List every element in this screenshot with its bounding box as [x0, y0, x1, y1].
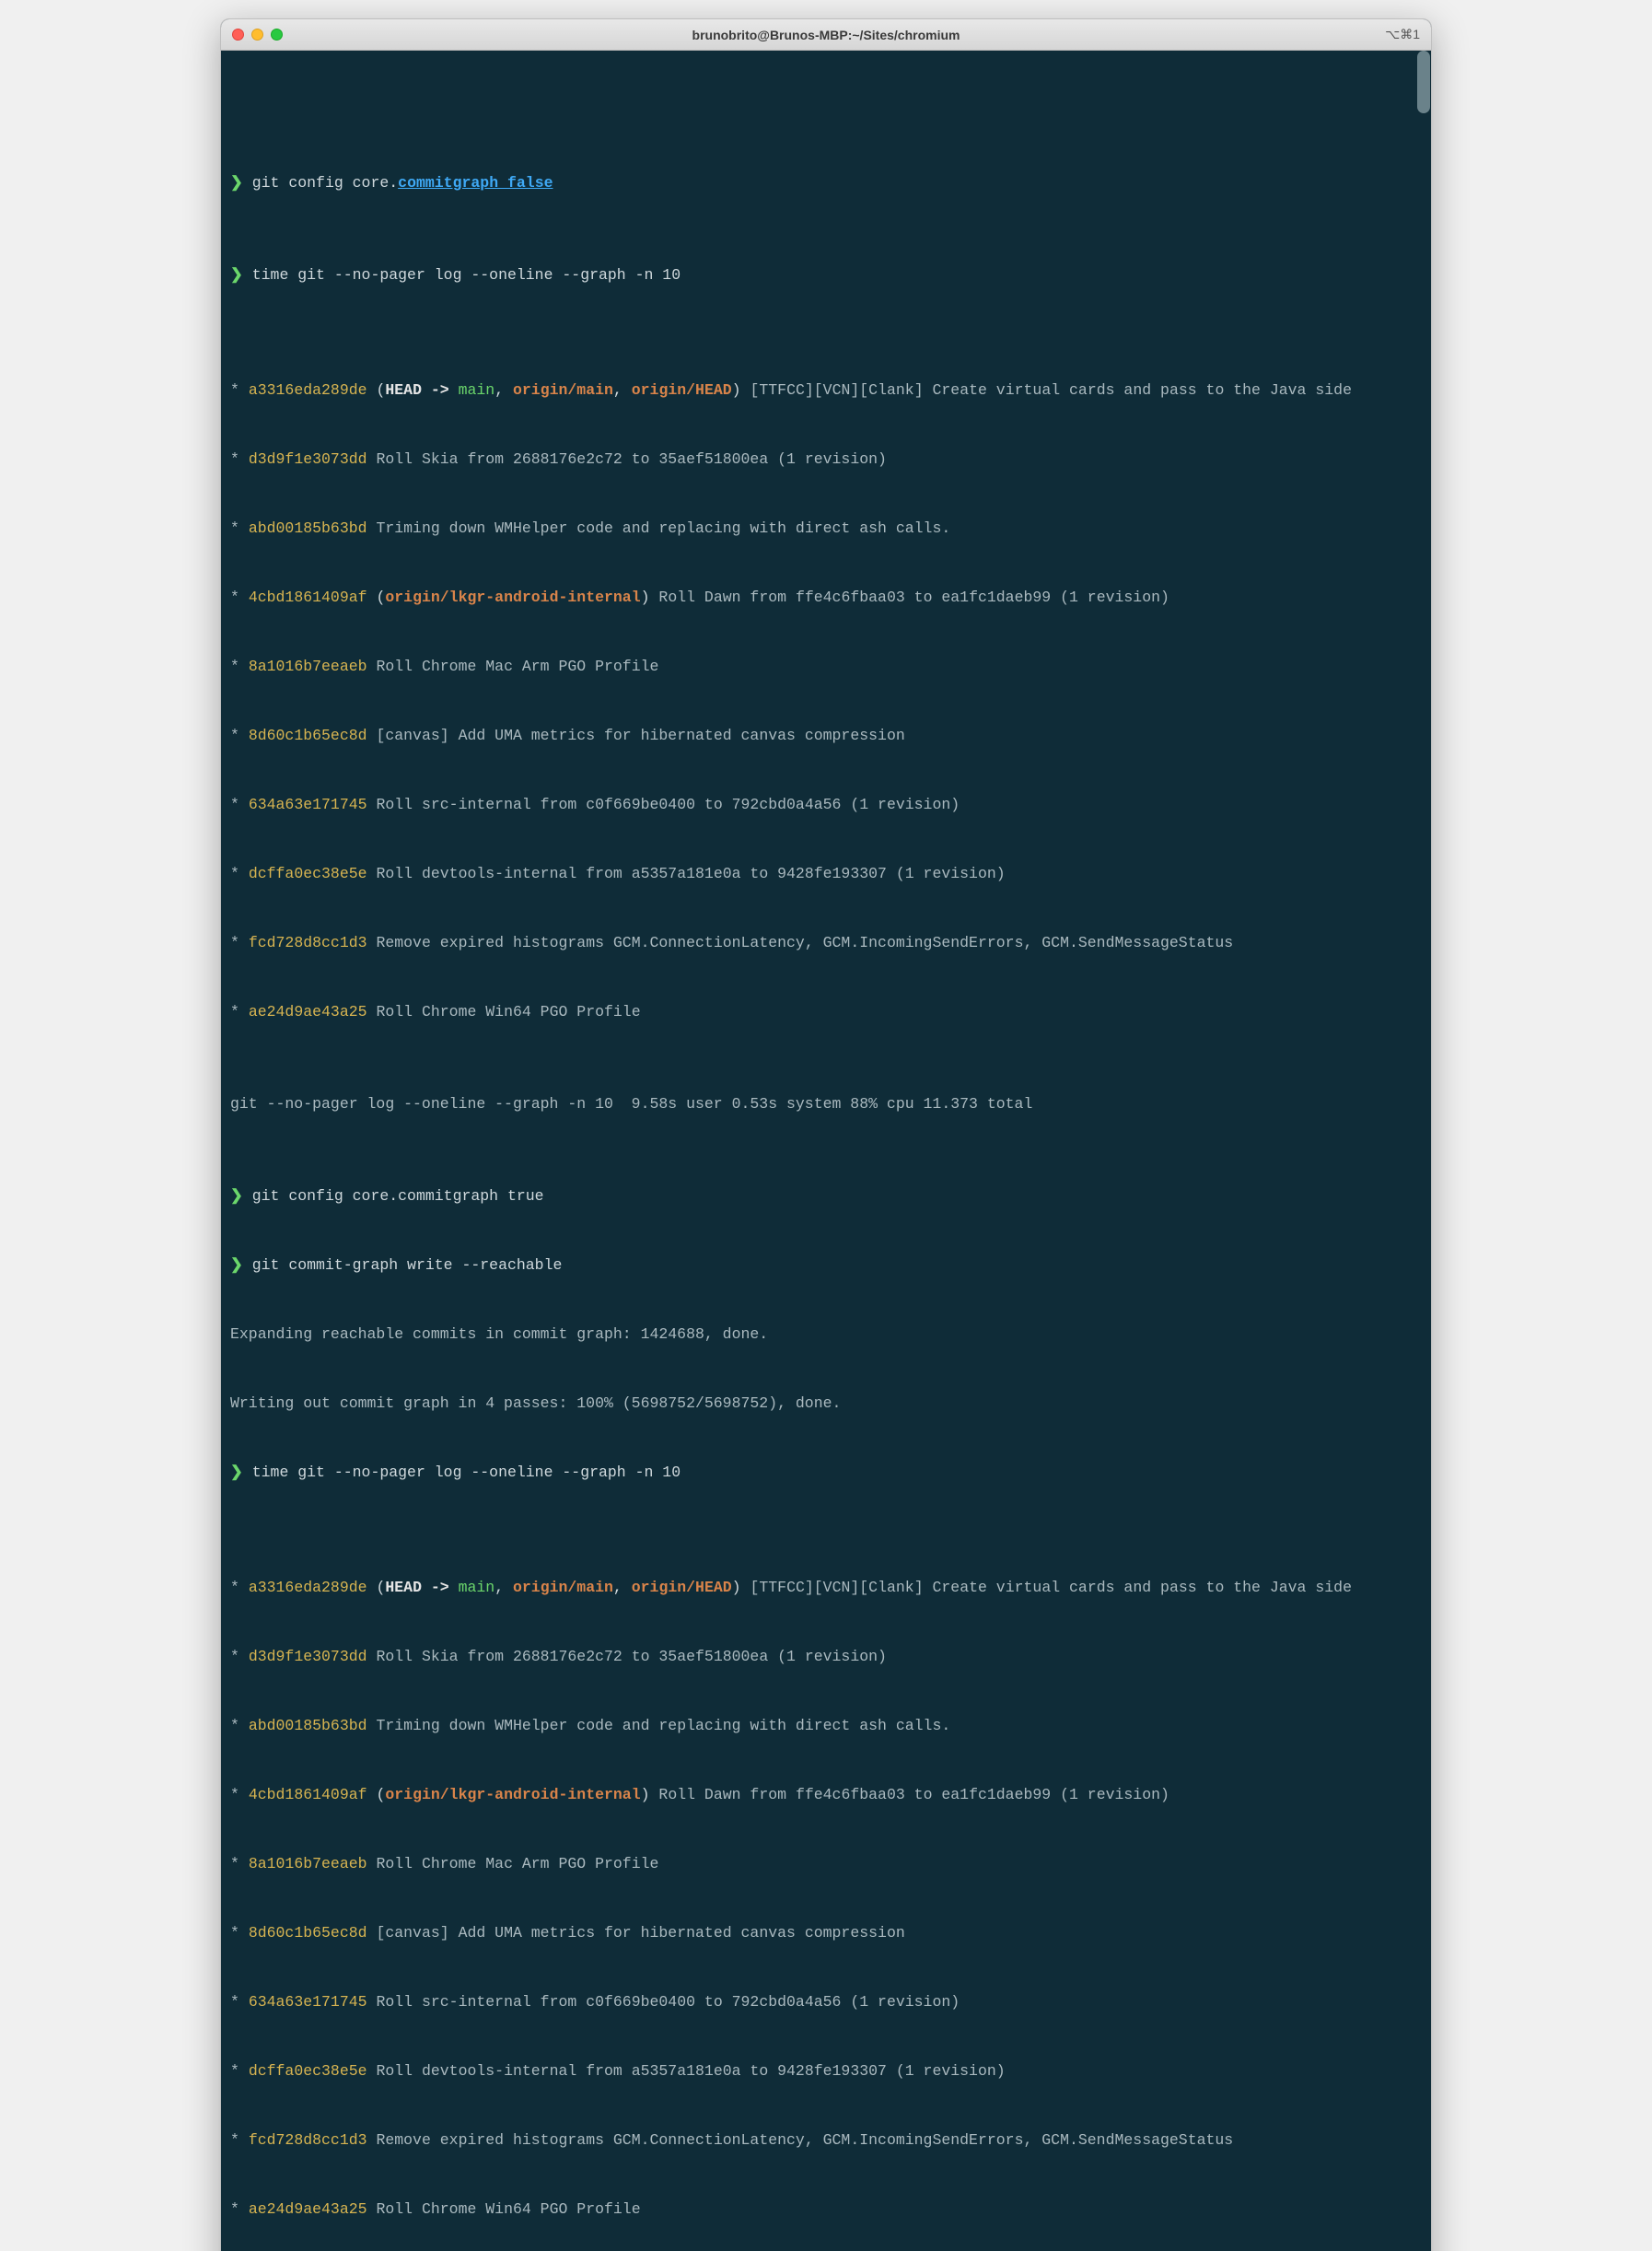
command-text: time git --no-pager log --oneline --grap…	[252, 266, 681, 284]
linked-arg[interactable]: commitgraph false	[398, 174, 553, 192]
log-line: * abd00185b63bd Triming down WMHelper co…	[230, 1714, 1422, 1737]
scrollbar-thumb[interactable]	[1417, 51, 1430, 113]
timing-line: git --no-pager log --oneline --graph -n …	[230, 1092, 1422, 1115]
prompt-icon: ❯	[230, 1187, 252, 1205]
terminal-line: ❯ time git --no-pager log --oneline --gr…	[230, 1461, 1422, 1484]
log-line: * 634a63e171745 Roll src-internal from c…	[230, 793, 1422, 816]
log-line: * ae24d9ae43a25 Roll Chrome Win64 PGO Pr…	[230, 1000, 1422, 1023]
terminal-line: ❯ git config core.commitgraph false	[230, 171, 1422, 194]
commit-msg: [TTFCC][VCN][Clank] Create virtual cards…	[741, 381, 1352, 399]
prompt-icon: ❯	[230, 174, 252, 192]
command-text: git config core.	[252, 174, 398, 192]
scrollbar-track[interactable]	[1416, 51, 1431, 2251]
output-line: Expanding reachable commits in commit gr…	[230, 1323, 1422, 1346]
commit-hash: a3316eda289de	[249, 381, 367, 399]
traffic-lights	[232, 29, 283, 41]
titlebar[interactable]: brunobrito@Brunos-MBP:~/Sites/chromium ⌥…	[221, 19, 1431, 51]
terminal-window: brunobrito@Brunos-MBP:~/Sites/chromium ⌥…	[220, 18, 1432, 2251]
log-line: * fcd728d8cc1d3 Remove expired histogram…	[230, 931, 1422, 954]
terminal-line: ❯ time git --no-pager log --oneline --gr…	[230, 263, 1422, 286]
close-icon[interactable]	[232, 29, 244, 41]
log-line: * 8d60c1b65ec8d [canvas] Add UMA metrics…	[230, 724, 1422, 747]
minimize-icon[interactable]	[251, 29, 263, 41]
prompt-icon: ❯	[230, 266, 252, 284]
log-line: * 8a1016b7eeaeb Roll Chrome Mac Arm PGO …	[230, 655, 1422, 678]
log-line: * dcffa0ec38e5e Roll devtools-internal f…	[230, 2059, 1422, 2082]
log-line: * d3d9f1e3073dd Roll Skia from 2688176e2…	[230, 448, 1422, 471]
log-line: * fcd728d8cc1d3 Remove expired histogram…	[230, 2129, 1422, 2152]
output-line: Writing out commit graph in 4 passes: 10…	[230, 1392, 1422, 1415]
terminal-line: ❯ git config core.commitgraph true	[230, 1184, 1422, 1207]
log-line: * 4cbd1861409af (origin/lkgr-android-int…	[230, 586, 1422, 609]
prompt-icon: ❯	[230, 1256, 252, 1274]
log-line: * dcffa0ec38e5e Roll devtools-internal f…	[230, 862, 1422, 885]
log-line: * 634a63e171745 Roll src-internal from c…	[230, 1990, 1422, 2013]
log-line: * abd00185b63bd Triming down WMHelper co…	[230, 517, 1422, 540]
log-line: * a3316eda289de (HEAD -> main, origin/ma…	[230, 1576, 1422, 1599]
log-line: * d3d9f1e3073dd Roll Skia from 2688176e2…	[230, 1645, 1422, 1668]
window-title: brunobrito@Brunos-MBP:~/Sites/chromium	[221, 28, 1431, 42]
zoom-icon[interactable]	[271, 29, 283, 41]
log-line: * 4cbd1861409af (origin/lkgr-android-int…	[230, 1783, 1422, 1806]
log-line: * 8d60c1b65ec8d [canvas] Add UMA metrics…	[230, 1921, 1422, 1944]
log-line: * 8a1016b7eeaeb Roll Chrome Mac Arm PGO …	[230, 1852, 1422, 1875]
log-line: * a3316eda289de (HEAD -> main, origin/ma…	[230, 379, 1422, 402]
log-line: * ae24d9ae43a25 Roll Chrome Win64 PGO Pr…	[230, 2198, 1422, 2221]
prompt-icon: ❯	[230, 1464, 252, 1481]
terminal-line: ❯ git commit-graph write --reachable	[230, 1254, 1422, 1277]
terminal-body[interactable]: ❯ git config core.commitgraph false ❯ ti…	[221, 51, 1431, 2251]
tab-shortcut: ⌥⌘1	[1385, 27, 1420, 42]
